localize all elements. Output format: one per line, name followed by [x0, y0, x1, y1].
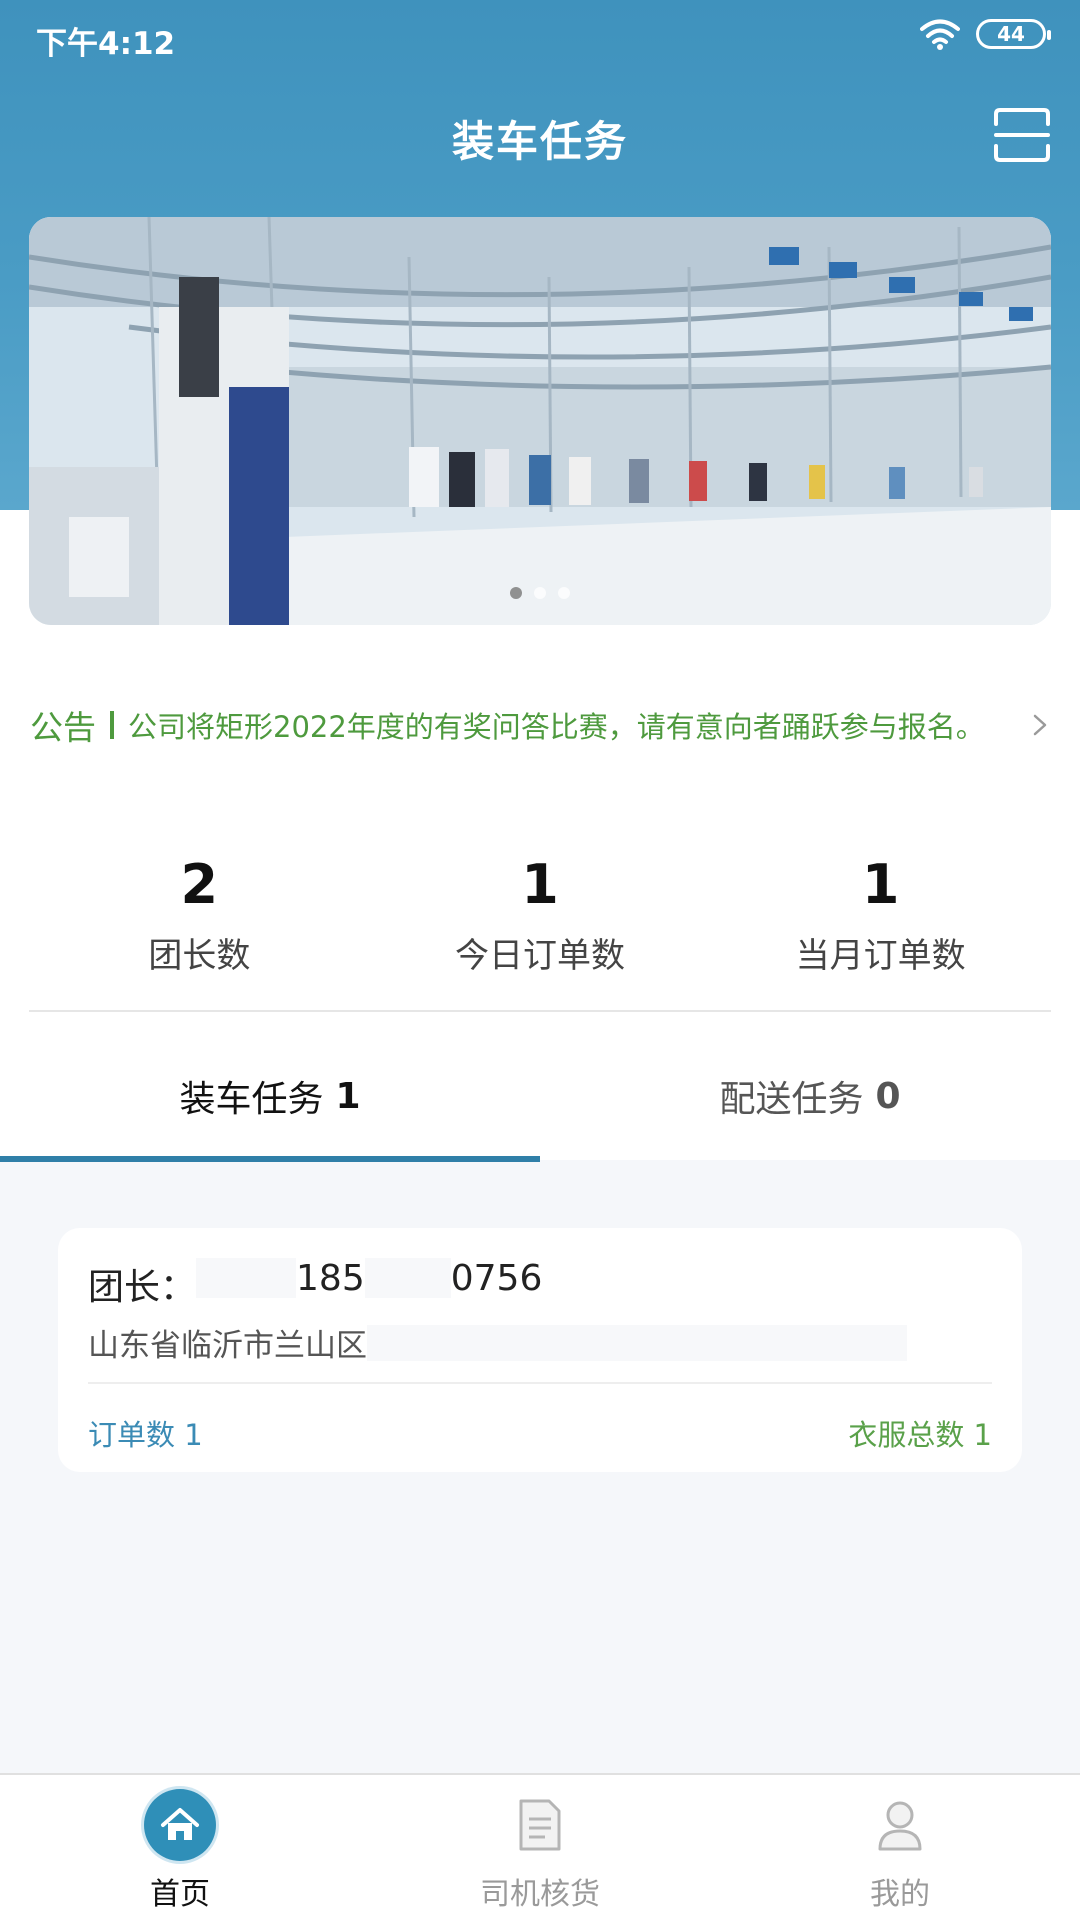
bottom-nav: 首页 司机核货 我的: [0, 1773, 1080, 1920]
nav-label: 首页: [150, 1877, 210, 1912]
battery-icon: 44: [976, 19, 1051, 49]
home-icon: [144, 1789, 216, 1861]
page-title: 装车任务: [451, 117, 628, 166]
tab-delivery-tasks[interactable]: 配送任务 0: [540, 1030, 1080, 1162]
stat-value: 2: [180, 853, 219, 916]
stat-leaders: 2 团长数: [29, 850, 370, 1010]
leader-address: 山东省临沂市兰山区: [88, 1320, 907, 1365]
battery-level: 44: [997, 22, 1025, 46]
stat-value: 1: [861, 853, 900, 916]
carousel-dot[interactable]: [534, 587, 546, 599]
card-divider: [88, 1382, 992, 1384]
carousel-dot[interactable]: [558, 587, 570, 599]
nav-label: 我的: [870, 1877, 930, 1912]
user-icon: [864, 1789, 936, 1861]
tab-loading-tasks[interactable]: 装车任务 1: [0, 1030, 540, 1162]
stat-value: 1: [521, 853, 559, 916]
order-count: 订单数 1: [88, 1418, 203, 1452]
leader-info: 团长： 185 0756: [88, 1258, 542, 1310]
wifi-icon: [920, 19, 960, 50]
nav-mine[interactable]: 我的: [720, 1775, 1080, 1920]
notice-separator: [110, 711, 114, 739]
banner-image: [29, 217, 1051, 625]
tab-count: 1: [335, 1075, 361, 1117]
tab-active-indicator: [0, 1156, 540, 1162]
tab-label: 配送任务: [719, 1079, 864, 1120]
phone-suffix: 0756: [450, 1258, 543, 1299]
banner-carousel[interactable]: [29, 217, 1051, 625]
nav-driver-check[interactable]: 司机核货: [360, 1775, 720, 1920]
redacted-name: [196, 1258, 297, 1298]
stat-label: 当月订单数: [795, 936, 966, 976]
leader-label: 团长：: [88, 1267, 197, 1308]
chevron-right-icon[interactable]: [1030, 710, 1050, 740]
scan-icon[interactable]: [992, 106, 1052, 164]
task-tabs: 装车任务 1 配送任务 0: [0, 1030, 1080, 1162]
divider: [29, 1010, 1051, 1012]
phone-prefix: 185: [296, 1258, 365, 1299]
stat-label: 今日订单数: [455, 936, 625, 976]
task-card[interactable]: 团长： 185 0756 山东省临沂市兰山区 订单数 1 衣服总数 1: [58, 1228, 1022, 1472]
stat-month-orders: 1 当月订单数: [710, 850, 1051, 1010]
nav-label: 司机核货: [480, 1877, 600, 1912]
nav-home[interactable]: 首页: [0, 1775, 360, 1920]
document-icon: [504, 1789, 576, 1861]
status-icons: 44: [920, 18, 1051, 50]
carousel-indicator: [29, 587, 1051, 599]
notice-text: 公司将矩形2022年度的有奖问答比赛，请有意向者踊跃参与报名。: [128, 710, 985, 744]
notice-label: 公告: [30, 708, 96, 747]
tab-count: 0: [875, 1075, 901, 1117]
stat-label: 团长数: [148, 936, 251, 976]
tab-label: 装车任务: [179, 1079, 324, 1120]
carousel-dot[interactable]: [510, 587, 522, 599]
status-time: 下午4:12: [36, 26, 176, 62]
address-text: 山东省临沂市兰山区: [88, 1328, 367, 1364]
clothes-count: 衣服总数 1: [848, 1418, 992, 1452]
notice-bar[interactable]: 公告 公司将矩形2022年度的有奖问答比赛，请有意向者踊跃参与报名。: [30, 700, 1050, 750]
redacted-phone: [364, 1258, 451, 1298]
stat-today-orders: 1 今日订单数: [370, 850, 711, 1010]
stats-row: 2 团长数 1 今日订单数 1 当月订单数: [29, 850, 1051, 1010]
redacted-address: [367, 1324, 907, 1361]
